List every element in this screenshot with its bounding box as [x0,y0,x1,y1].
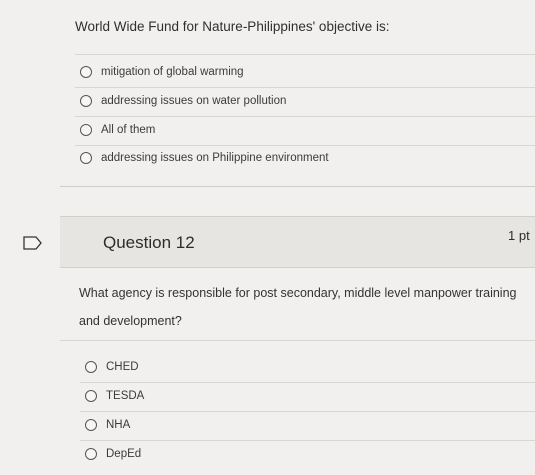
divider [75,145,535,146]
question-points: 1 pt [508,228,530,243]
option-label: NHA [106,419,131,431]
answer-option[interactable]: DepEd [85,448,141,460]
radio-button[interactable] [80,152,92,164]
previous-question-prompt: World Wide Fund for Nature-Philippines' … [75,19,390,34]
radio-button[interactable] [85,419,97,431]
answer-option[interactable]: NHA [85,419,130,431]
radio-button[interactable] [85,361,97,373]
option-label: All of them [101,124,156,136]
option-label: addressing issues on water pollution [101,95,287,107]
divider [75,116,535,117]
flag-icon[interactable] [23,236,43,250]
previous-answer-option[interactable]: All of them [80,124,155,136]
question-prompt: What agency is responsible for post seco… [79,286,517,328]
divider [75,54,535,55]
radio-button[interactable] [85,448,97,460]
question-title: Question 12 [103,233,195,252]
divider [60,340,535,341]
radio-button[interactable] [80,66,92,78]
radio-button[interactable] [80,95,92,107]
answer-option[interactable]: CHED [85,361,139,373]
option-label: TESDA [106,390,145,402]
option-label: addressing issues on Philippine environm… [101,152,329,164]
question-card-border [60,186,535,187]
radio-button[interactable] [80,124,92,136]
divider [75,87,535,88]
option-label: DepEd [106,448,142,460]
radio-button[interactable] [85,390,97,402]
divider [80,440,535,441]
divider [80,411,535,412]
previous-answer-option[interactable]: addressing issues on water pollution [80,95,286,107]
option-label: mitigation of global warming [101,66,244,78]
option-label: CHED [106,361,139,373]
answer-option[interactable]: TESDA [85,390,144,402]
divider [80,382,535,383]
previous-answer-option[interactable]: addressing issues on Philippine environm… [80,152,329,164]
previous-answer-option[interactable]: mitigation of global warming [80,66,244,78]
